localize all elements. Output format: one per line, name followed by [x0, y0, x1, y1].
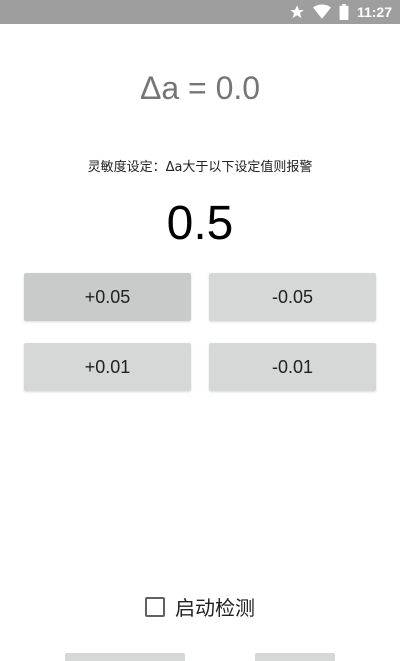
status-bar: 11:27	[0, 0, 400, 24]
bottom-right-button[interactable]	[255, 653, 335, 661]
start-detection-label: 启动检测	[175, 596, 255, 620]
app-screen: 11:27 Δa = 0.0 灵敏度设定：Δa大于以下设定值则报警 0.5 +0…	[0, 0, 400, 661]
star-icon	[289, 4, 305, 20]
decrease-0.01-button[interactable]: -0.01	[209, 343, 376, 391]
increase-0.05-button[interactable]: +0.05	[24, 273, 191, 321]
battery-icon	[339, 4, 349, 20]
start-detection-checkbox[interactable]: 启动检测	[0, 592, 400, 621]
wifi-icon	[312, 4, 331, 20]
threshold-value: 0.5	[166, 197, 234, 250]
decrease-0.05-button[interactable]: -0.05	[209, 273, 376, 321]
delta-readout: Δa = 0.0	[139, 70, 261, 106]
bottom-left-button[interactable]	[65, 653, 185, 661]
increase-0.01-button[interactable]: +0.01	[24, 343, 191, 391]
checkbox-box[interactable]	[145, 596, 165, 617]
sensitivity-label: 灵敏度设定：Δa大于以下设定值则报警	[87, 160, 313, 175]
status-time: 11:27	[356, 4, 392, 20]
